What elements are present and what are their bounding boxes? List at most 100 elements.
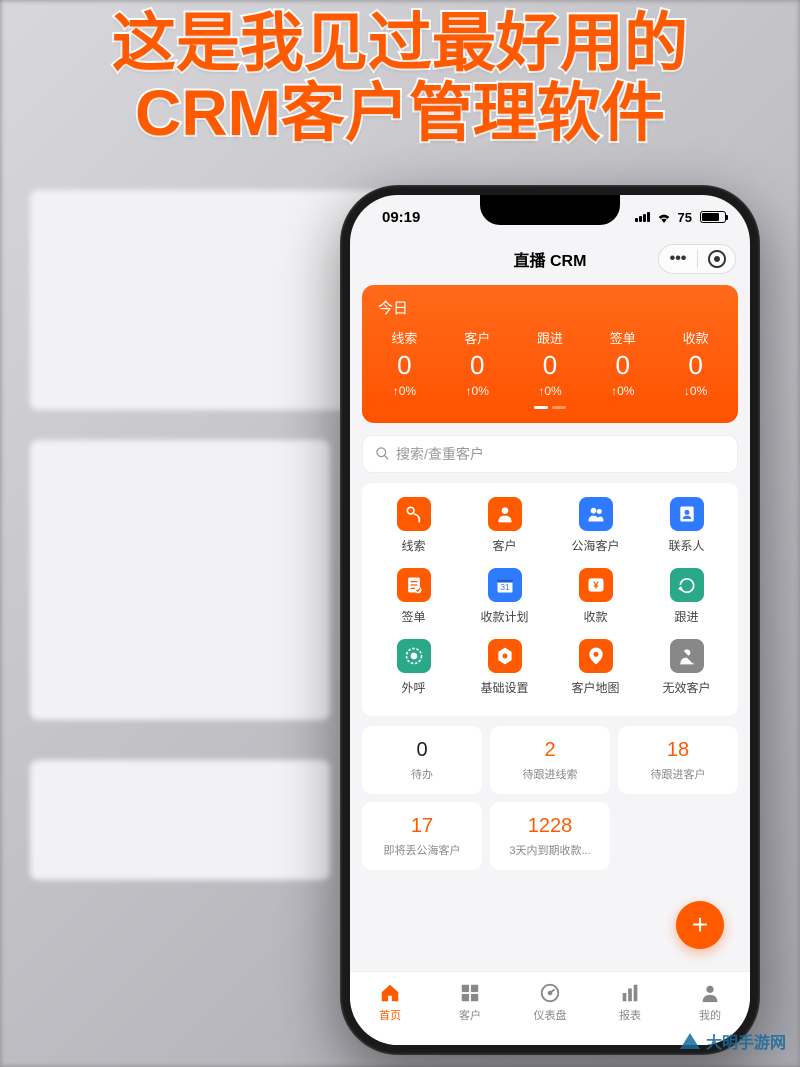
search-input[interactable]: 搜索/查重客户 <box>362 435 738 473</box>
func-label: 跟进 <box>674 608 698 625</box>
plus-icon: + <box>692 909 708 941</box>
outcall-icon <box>397 639 431 673</box>
stat-value: 0 <box>368 351 441 380</box>
add-button[interactable]: + <box>676 901 724 949</box>
stat-value: 0 <box>659 351 732 380</box>
tab-label: 我的 <box>699 1007 721 1023</box>
contacts-icon <box>670 497 704 531</box>
todo-card-4[interactable]: 12283天内到期收款... <box>490 802 610 870</box>
todo-card-3[interactable]: 17即将丢公海客户 <box>362 802 482 870</box>
func-customers[interactable]: 客户 <box>459 497 550 568</box>
func-label: 收款 <box>583 608 607 625</box>
stat-4[interactable]: 收款 0 ↓0% <box>659 328 732 398</box>
todo-label: 待跟进客户 <box>626 766 730 782</box>
func-label: 客户 <box>492 537 516 554</box>
todo-card-1[interactable]: 2 待跟进线索 <box>490 726 610 794</box>
todo-value: 2 <box>498 738 602 762</box>
tab-label: 客户 <box>459 1007 481 1023</box>
status-right: 75 <box>635 210 726 225</box>
stat-label: 收款 <box>659 328 732 347</box>
func-label: 无效客户 <box>662 679 710 696</box>
me-tab-icon <box>699 982 721 1004</box>
stat-2[interactable]: 跟进0↑0% <box>514 328 587 398</box>
func-label: 客户地图 <box>571 679 619 696</box>
signal-icon <box>635 212 650 222</box>
stat-delta: ↓0% <box>659 384 732 398</box>
func-pool[interactable]: 公海客户 <box>550 497 641 568</box>
followup-icon <box>670 568 704 602</box>
todo-value: 0 <box>370 738 474 762</box>
tab-home[interactable]: 首页 <box>350 972 430 1033</box>
stat-delta: ↑0% <box>368 384 441 398</box>
todo-card-2[interactable]: 18 待跟进客户 <box>618 726 738 794</box>
map-icon <box>579 639 613 673</box>
close-button[interactable] <box>697 250 735 268</box>
func-label: 基础设置 <box>480 679 528 696</box>
stat-0[interactable]: 线索 0 ↑0% <box>368 328 441 398</box>
todo-label: 待跟进线索 <box>498 766 602 782</box>
app-title: 直播 CRM <box>514 247 587 271</box>
todo-grid: 0 待办 2 待跟进线索 18 待跟进客户 17即将丢公海客户12283天内到期收款... <box>362 726 738 870</box>
more-button[interactable]: ••• <box>659 250 697 268</box>
stat-delta: ↑0% <box>514 384 587 398</box>
func-contacts[interactable]: 联系人 <box>641 497 732 568</box>
tab-dashboard[interactable]: 仪表盘 <box>510 972 590 1033</box>
stat-label: 线索 <box>368 328 441 347</box>
invalid-icon <box>670 639 704 673</box>
func-payments[interactable]: ¥ 收款 <box>550 568 641 639</box>
tab-label: 报表 <box>619 1007 641 1023</box>
phone-screen: 09:19 75 直播 CRM ••• <box>350 195 750 1045</box>
pool-icon <box>579 497 613 531</box>
phone-frame: 09:19 75 直播 CRM ••• <box>340 185 760 1055</box>
func-label: 签单 <box>401 608 425 625</box>
func-outcall[interactable]: 外呼 <box>368 639 459 710</box>
todo-card-0[interactable]: 0 待办 <box>362 726 482 794</box>
todo-label: 3天内到期收款... <box>498 842 602 858</box>
func-label: 公海客户 <box>571 537 619 554</box>
stat-value: 0 <box>514 351 587 380</box>
stat-label: 客户 <box>441 328 514 347</box>
func-contracts[interactable]: 签单 <box>368 568 459 639</box>
function-grid: 线索 客户 公海客户 联系人 签单 31 收款计划 ¥ 收款 跟进 外呼基础设置 客户地图 无效客户 <box>362 483 738 716</box>
miniprogram-actions: ••• <box>658 244 736 274</box>
tab-customers[interactable]: 客户 <box>430 972 510 1033</box>
today-stats-card[interactable]: 今日 线索0↑0%客户0↑0%跟进0↑0%签单0↑0%收款0↓0% <box>362 285 738 423</box>
stat-value: 0 <box>441 351 514 380</box>
func-map[interactable]: 客户地图 <box>550 639 641 710</box>
dashboard-tab-icon <box>539 982 561 1004</box>
headline-line-2: CRM客户管理软件 <box>0 78 800 148</box>
phone-notch <box>480 195 620 225</box>
search-icon <box>375 446 390 461</box>
customers-tab-icon <box>459 982 481 1004</box>
svg-text:31: 31 <box>500 582 510 592</box>
tab-me[interactable]: 我的 <box>670 972 750 1033</box>
todo-value: 18 <box>626 738 730 762</box>
stat-1[interactable]: 客户0↑0% <box>441 328 514 398</box>
func-settings[interactable]: 基础设置 <box>459 639 550 710</box>
todo-label: 待办 <box>370 766 474 782</box>
contracts-icon <box>397 568 431 602</box>
title-bar: 直播 CRM ••• <box>350 239 750 279</box>
func-label: 联系人 <box>668 537 704 554</box>
leads-icon <box>397 497 431 531</box>
payments-icon: ¥ <box>579 568 613 602</box>
watermark: 大明手游网 <box>680 1029 786 1053</box>
func-leads[interactable]: 线索 <box>368 497 459 568</box>
battery-percent: 75 <box>678 210 692 225</box>
todo-label: 即将丢公海客户 <box>370 842 474 858</box>
tab-reports[interactable]: 报表 <box>590 972 670 1033</box>
func-invalid[interactable]: 无效客户 <box>641 639 732 710</box>
customers-icon <box>488 497 522 531</box>
overlay-headline: 这是我见过最好用的 CRM客户管理软件 <box>0 8 800 149</box>
target-icon <box>708 250 726 268</box>
func-label: 线索 <box>401 537 425 554</box>
pager-dots <box>368 406 732 409</box>
status-time: 09:19 <box>382 209 420 226</box>
func-followup[interactable]: 跟进 <box>641 568 732 639</box>
search-placeholder: 搜索/查重客户 <box>396 444 484 464</box>
func-payplan[interactable]: 31 收款计划 <box>459 568 550 639</box>
stat-3[interactable]: 签单0↑0% <box>586 328 659 398</box>
watermark-logo-icon <box>680 1033 700 1049</box>
reports-tab-icon <box>619 982 641 1004</box>
func-label: 收款计划 <box>480 608 528 625</box>
